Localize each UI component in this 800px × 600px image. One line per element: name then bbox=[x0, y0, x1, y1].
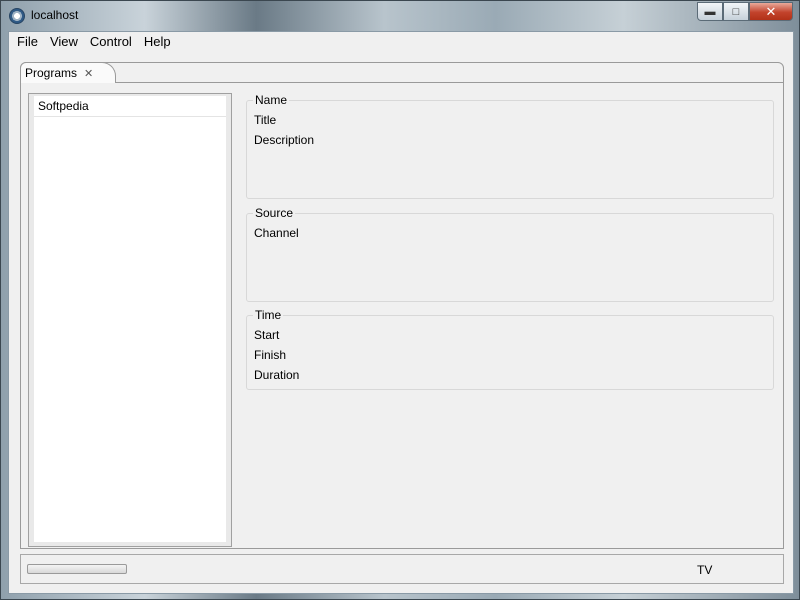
field-label-duration: Duration bbox=[254, 368, 300, 382]
group-title-time: Time bbox=[253, 308, 284, 322]
window-title: localhost bbox=[31, 8, 79, 22]
field-label-description: Description bbox=[254, 133, 315, 147]
menu-control[interactable]: Control bbox=[84, 32, 138, 52]
close-icon: ✕ bbox=[765, 3, 777, 19]
list-item[interactable]: Softpedia bbox=[34, 96, 226, 117]
progress-bar bbox=[27, 564, 127, 574]
name-group: Name Title Description bbox=[246, 93, 774, 199]
program-list-panel: Softpedia bbox=[28, 93, 232, 547]
tab-folder: Programs ✕ Softpedia Name Title Descript… bbox=[20, 62, 784, 549]
close-tab-icon[interactable]: ✕ bbox=[84, 67, 93, 80]
field-label-channel: Channel bbox=[254, 226, 299, 240]
close-button[interactable]: ✕ bbox=[749, 2, 793, 21]
menu-file[interactable]: File bbox=[11, 32, 44, 52]
tab-label: Programs bbox=[25, 66, 78, 80]
field-label-finish: Finish bbox=[254, 348, 287, 362]
field-label-start: Start bbox=[254, 328, 280, 342]
client-area: File View Control Help Programs ✕ Softpe… bbox=[8, 31, 794, 594]
group-title-source: Source bbox=[253, 206, 296, 220]
maximize-button[interactable]: □ bbox=[723, 2, 749, 21]
menu-help[interactable]: Help bbox=[138, 32, 177, 52]
field-label-title: Title bbox=[254, 113, 277, 127]
caption-buttons: ▬ □ ✕ bbox=[697, 2, 793, 22]
status-mode: TV bbox=[697, 563, 713, 577]
tab-divider bbox=[115, 82, 783, 83]
minimize-icon: ▬ bbox=[704, 5, 716, 18]
app-globe-icon[interactable] bbox=[9, 8, 25, 24]
maximize-icon: □ bbox=[732, 5, 740, 18]
app-window: localhost ▬ □ ✕ File View Control Help P… bbox=[0, 0, 800, 600]
title-bar[interactable]: localhost ▬ □ ✕ bbox=[1, 1, 799, 31]
menu-bar: File View Control Help bbox=[9, 32, 793, 52]
minimize-button[interactable]: ▬ bbox=[697, 2, 723, 21]
program-list[interactable]: Softpedia bbox=[34, 96, 226, 542]
source-group: Source Channel bbox=[246, 206, 774, 302]
status-bar: TV bbox=[20, 554, 784, 584]
group-title-name: Name bbox=[253, 93, 290, 107]
menu-view[interactable]: View bbox=[44, 32, 84, 52]
time-group: Time Start Finish Duration bbox=[246, 308, 774, 390]
tab-programs[interactable]: Programs ✕ bbox=[20, 62, 116, 83]
